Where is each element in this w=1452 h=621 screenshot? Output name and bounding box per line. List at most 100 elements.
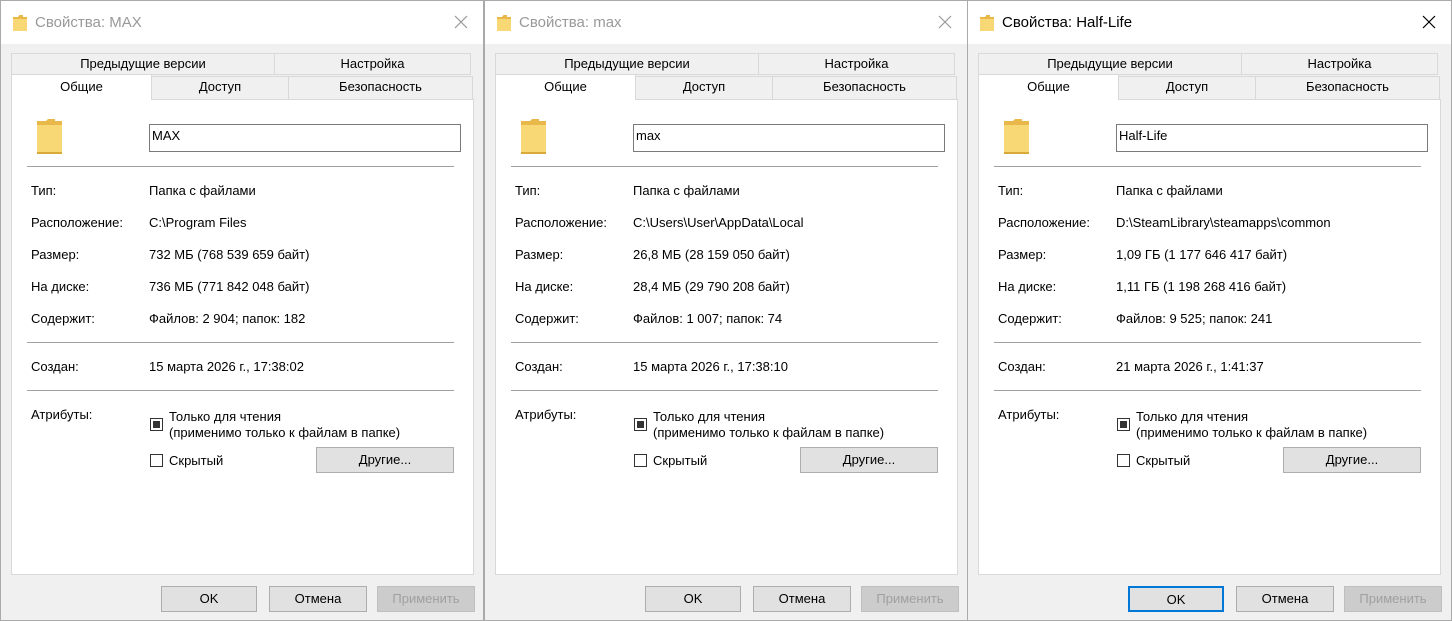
type-label: Тип: xyxy=(31,183,57,198)
size-on-disk-label: На диске: xyxy=(998,279,1057,294)
readonly-note: (применимо только к файлам в папке) xyxy=(1136,425,1368,440)
separator xyxy=(511,166,938,167)
title-bar[interactable]: Свойства: MAX xyxy=(1,1,483,44)
readonly-checkbox[interactable] xyxy=(150,418,163,431)
readonly-checkbox[interactable] xyxy=(634,418,647,431)
size-on-disk-label: На диске: xyxy=(31,279,90,294)
size-on-disk-label: На диске: xyxy=(515,279,574,294)
folder-icon xyxy=(37,119,62,158)
folder-name-field[interactable]: max xyxy=(633,124,945,152)
close-icon xyxy=(1422,15,1436,29)
folder-name-field[interactable]: MAX xyxy=(149,124,461,152)
other-attributes-button[interactable]: Другие... xyxy=(800,447,938,473)
readonly-label: Только для чтения xyxy=(169,409,282,424)
folder-icon xyxy=(980,15,994,34)
contains-label: Содержит: xyxy=(998,311,1062,326)
tab-security[interactable]: Безопасность xyxy=(772,76,957,100)
created-label: Создан: xyxy=(515,359,563,374)
ok-button[interactable]: OK xyxy=(645,586,741,612)
hidden-checkbox[interactable] xyxy=(1117,454,1130,467)
readonly-label: Только для чтения xyxy=(1136,409,1249,424)
size-on-disk-value: 1,11 ГБ (1 198 268 416 байт) xyxy=(1116,279,1287,294)
tab-customize[interactable]: Настройка xyxy=(274,53,471,75)
contains-value: Файлов: 2 904; папок: 182 xyxy=(149,311,306,326)
readonly-checkbox[interactable] xyxy=(1117,418,1130,431)
title-bar[interactable]: Свойства: Half-Life xyxy=(968,1,1451,44)
tab-previous-versions[interactable]: Предыдущие версии xyxy=(495,53,759,75)
general-tab-panel: Half-Life Тип: Папка с файлами Расположе… xyxy=(978,99,1441,575)
location-label: Расположение: xyxy=(31,215,123,230)
window-title: Свойства: Half-Life xyxy=(1002,14,1133,31)
cancel-button[interactable]: Отмена xyxy=(269,586,367,612)
contains-value: Файлов: 9 525; папок: 241 xyxy=(1116,311,1273,326)
size-label: Размер: xyxy=(998,247,1047,262)
location-value: C:\Program Files xyxy=(149,215,247,230)
attributes-label: Атрибуты: xyxy=(998,407,1060,422)
tab-previous-versions[interactable]: Предыдущие версии xyxy=(978,53,1242,75)
general-tab-panel: MAX Тип: Папка с файлами Расположение: C… xyxy=(11,99,474,575)
other-attributes-button[interactable]: Другие... xyxy=(1283,447,1421,473)
window-title: Свойства: MAX xyxy=(35,14,142,31)
tab-previous-versions[interactable]: Предыдущие версии xyxy=(11,53,275,75)
size-label: Размер: xyxy=(515,247,564,262)
separator xyxy=(994,390,1421,391)
ok-button[interactable]: OK xyxy=(1128,586,1224,612)
close-button[interactable] xyxy=(923,1,967,44)
location-value: C:\Users\User\AppData\Local xyxy=(633,215,804,230)
hidden-label: Скрытый xyxy=(653,453,708,468)
cancel-button[interactable]: Отмена xyxy=(753,586,851,612)
folder-icon xyxy=(521,119,546,158)
folder-name-field[interactable]: Half-Life xyxy=(1116,124,1428,152)
size-on-disk-value: 28,4 МБ (29 790 208 байт) xyxy=(633,279,790,294)
location-label: Расположение: xyxy=(515,215,607,230)
tab-general[interactable]: Общие xyxy=(978,74,1119,100)
other-attributes-button[interactable]: Другие... xyxy=(316,447,454,473)
apply-button[interactable]: Применить xyxy=(1344,586,1442,612)
size-label: Размер: xyxy=(31,247,80,262)
hidden-checkbox[interactable] xyxy=(634,454,647,467)
location-value: D:\SteamLibrary\steamapps\common xyxy=(1116,215,1331,230)
size-value: 732 МБ (768 539 659 байт) xyxy=(149,247,310,262)
folder-icon xyxy=(1004,119,1029,158)
hidden-label: Скрытый xyxy=(169,453,224,468)
type-value: Папка с файлами xyxy=(1116,183,1223,198)
apply-button[interactable]: Применить xyxy=(377,586,475,612)
created-value: 15 марта 2026 г., 17:38:02 xyxy=(149,359,304,374)
separator xyxy=(27,166,454,167)
attributes-label: Атрибуты: xyxy=(515,407,577,422)
type-value: Папка с файлами xyxy=(149,183,256,198)
type-value: Папка с файлами xyxy=(633,183,740,198)
title-bar[interactable]: Свойства: max xyxy=(485,1,967,44)
size-value: 26,8 МБ (28 159 050 байт) xyxy=(633,247,790,262)
tab-security[interactable]: Безопасность xyxy=(1255,76,1440,100)
tab-customize[interactable]: Настройка xyxy=(758,53,955,75)
contains-value: Файлов: 1 007; папок: 74 xyxy=(633,311,783,326)
created-label: Создан: xyxy=(998,359,1046,374)
tab-general[interactable]: Общие xyxy=(495,74,636,100)
close-button[interactable] xyxy=(1407,1,1451,44)
hidden-label: Скрытый xyxy=(1136,453,1191,468)
hidden-checkbox[interactable] xyxy=(150,454,163,467)
separator xyxy=(511,390,938,391)
properties-dialog-3: Свойства: Half-Life Предыдущие версии На… xyxy=(967,0,1452,621)
folder-icon xyxy=(497,15,511,34)
tab-sharing[interactable]: Доступ xyxy=(635,76,773,100)
close-button[interactable] xyxy=(439,1,483,44)
ok-button[interactable]: OK xyxy=(161,586,257,612)
general-tab-panel: max Тип: Папка с файлами Расположение: C… xyxy=(495,99,958,575)
tab-customize[interactable]: Настройка xyxy=(1241,53,1438,75)
separator xyxy=(994,166,1421,167)
readonly-note: (применимо только к файлам в папке) xyxy=(169,425,401,440)
close-icon xyxy=(938,15,952,29)
size-on-disk-value: 736 МБ (771 842 048 байт) xyxy=(149,279,310,294)
separator xyxy=(27,390,454,391)
apply-button[interactable]: Применить xyxy=(861,586,959,612)
created-label: Создан: xyxy=(31,359,79,374)
contains-label: Содержит: xyxy=(31,311,95,326)
cancel-button[interactable]: Отмена xyxy=(1236,586,1334,612)
created-value: 21 марта 2026 г., 1:41:37 xyxy=(1116,359,1264,374)
tab-sharing[interactable]: Доступ xyxy=(1118,76,1256,100)
tab-general[interactable]: Общие xyxy=(11,74,152,100)
tab-security[interactable]: Безопасность xyxy=(288,76,473,100)
tab-sharing[interactable]: Доступ xyxy=(151,76,289,100)
